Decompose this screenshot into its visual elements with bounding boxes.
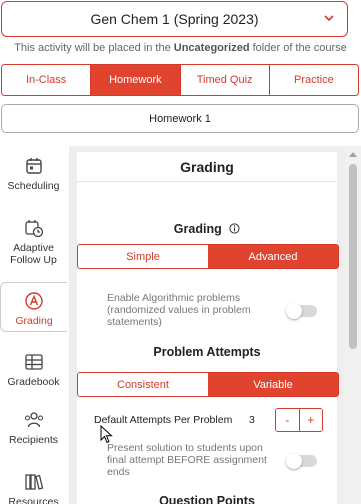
default-attempts-label: Default Attempts Per Problem	[94, 414, 233, 426]
tab-homework[interactable]: Homework	[91, 65, 181, 95]
sidebar-item-adaptive-follow-up[interactable]: Adaptive Follow Up	[0, 218, 67, 266]
grading-mode-toggle: Simple Advanced	[77, 244, 339, 269]
attempts-stepper: - +	[275, 408, 323, 432]
sidebar-item-gradebook[interactable]: Gradebook	[0, 352, 67, 388]
scrollbar-thumb[interactable]	[349, 164, 357, 349]
settings-panel: Grading Grading Simple Advanced Enable A…	[69, 146, 361, 504]
algorithmic-label: Enable Algorithmic problems (randomized …	[107, 292, 251, 328]
sidebar-item-resources[interactable]: Resources	[0, 472, 67, 504]
scroll-up-arrow-icon[interactable]	[349, 152, 357, 157]
problem-attempts-label: Problem Attempts	[153, 345, 261, 359]
panel-scrollbar[interactable]	[345, 146, 361, 504]
algorithmic-toggle[interactable]	[286, 303, 317, 319]
toggle-knob	[286, 303, 302, 319]
tab-practice[interactable]: Practice	[269, 65, 358, 95]
grading-card: Grading Grading Simple Advanced Enable A…	[77, 152, 339, 504]
table-icon	[24, 354, 43, 370]
mouse-cursor-icon	[100, 425, 113, 444]
people-icon	[24, 412, 43, 428]
toggle-knob	[286, 453, 302, 469]
activity-select-value: Homework 1	[149, 112, 211, 125]
chevron-down-icon	[324, 15, 334, 22]
decrement-button[interactable]: -	[276, 409, 300, 431]
placement-note: This activity will be placed in the Unca…	[14, 42, 347, 54]
present-solution-toggle[interactable]	[286, 453, 317, 469]
calendar-icon	[25, 158, 42, 174]
course-select[interactable]: Gen Chem 1 (Spring 2023)	[1, 1, 348, 37]
sidebar-item-recipients[interactable]: Recipients	[0, 410, 67, 446]
tab-in-class[interactable]: In-Class	[2, 65, 92, 95]
grading-simple-button[interactable]: Simple	[78, 245, 208, 268]
grading-advanced-button[interactable]: Advanced	[208, 245, 338, 268]
clock-calendar-icon	[24, 220, 43, 238]
course-select-value: Gen Chem 1 (Spring 2023)	[90, 11, 259, 27]
attempts-variable-button[interactable]: Variable	[208, 373, 338, 396]
settings-sidebar: Scheduling Adaptive Follow Up Grading Gr…	[0, 146, 69, 504]
info-icon[interactable]	[229, 223, 240, 234]
attempts-consistent-button[interactable]: Consistent	[78, 373, 208, 396]
attempts-mode-toggle: Consistent Variable	[77, 372, 339, 397]
present-solution-label: Present solution to students upon final …	[107, 442, 267, 478]
question-points-label: Question Points	[159, 494, 255, 504]
sidebar-item-grading[interactable]: Grading	[0, 282, 67, 332]
folder-name: Uncategorized	[173, 42, 250, 54]
activity-type-tabs: In-Class Homework Timed Quiz Practice	[1, 64, 359, 96]
sidebar-item-scheduling[interactable]: Scheduling	[0, 156, 67, 192]
grade-a-icon	[25, 292, 43, 310]
tab-timed-quiz[interactable]: Timed Quiz	[180, 65, 270, 95]
books-icon	[24, 474, 43, 490]
activity-select[interactable]: Homework 1	[1, 104, 359, 133]
grading-section-label: Grading	[77, 222, 337, 236]
panel-title: Grading	[77, 152, 337, 182]
default-attempts-value: 3	[249, 414, 255, 426]
increment-button[interactable]: +	[299, 409, 322, 431]
